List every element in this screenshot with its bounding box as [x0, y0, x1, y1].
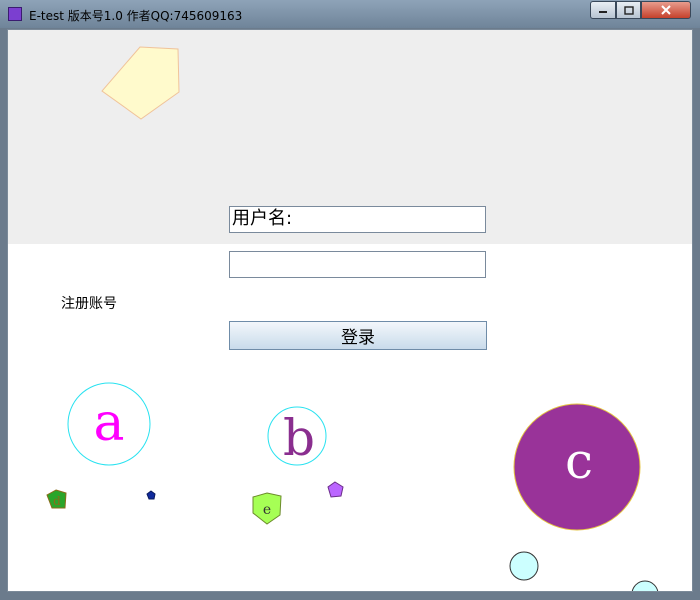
- letter-a: a: [93, 393, 124, 453]
- pentagon-small-blue: [146, 490, 156, 500]
- minimize-button[interactable]: [590, 1, 616, 19]
- password-input[interactable]: [229, 251, 486, 278]
- circle-cyan-2: [631, 580, 659, 591]
- login-button[interactable]: 登录: [229, 321, 487, 350]
- circle-cyan-1: [509, 551, 539, 581]
- letter-d: d: [53, 494, 61, 508]
- main-panel: a b c d e 用户名: 注册账号 登录: [7, 29, 693, 592]
- minimize-icon: [599, 11, 607, 13]
- register-link[interactable]: 注册账号: [61, 293, 117, 313]
- letter-c: c: [565, 432, 593, 490]
- window-title: E-test 版本号1.0 作者QQ:745609163: [29, 9, 243, 23]
- app-icon: [8, 7, 22, 21]
- pentagon-small-purple: [327, 481, 344, 498]
- app-window: E-test 版本号1.0 作者QQ:745609163 a b c d e 用…: [0, 0, 700, 600]
- pentagon-top: [101, 46, 180, 120]
- close-button[interactable]: [641, 1, 691, 19]
- close-icon: [661, 5, 671, 15]
- maximize-icon: [623, 5, 634, 15]
- letter-e: e: [263, 502, 271, 518]
- username-input[interactable]: 用户名:: [229, 206, 486, 233]
- letter-b: b: [283, 409, 315, 467]
- title-bar[interactable]: E-test 版本号1.0 作者QQ:745609163: [0, 0, 700, 28]
- maximize-button[interactable]: [616, 1, 641, 19]
